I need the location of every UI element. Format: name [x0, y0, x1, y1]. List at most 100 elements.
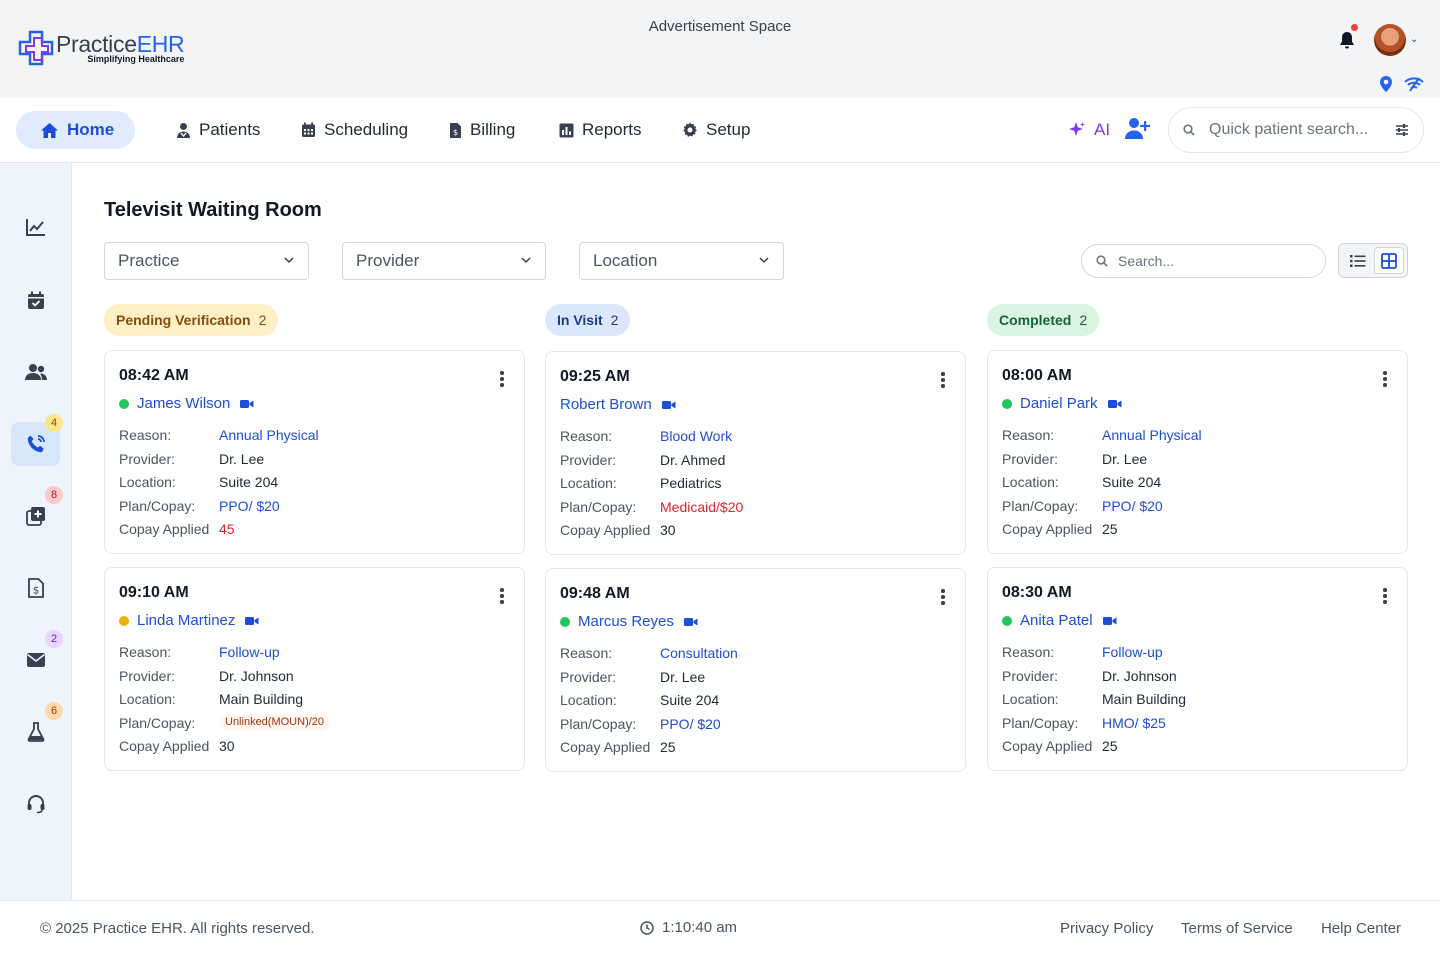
sidebar-item-messages[interactable]: 2 — [11, 630, 63, 682]
patient-card[interactable]: 08:42 AM James Wilson Reason: Annual Physic… — [104, 350, 525, 554]
ai-button[interactable]: AI — [1068, 111, 1110, 149]
help-center-link[interactable]: Help Center — [1321, 920, 1401, 937]
provider-select-value: Provider — [356, 251, 420, 270]
chevron-down-icon[interactable]: ⌄ — [1410, 34, 1418, 45]
patient-name-link[interactable]: Anita Patel — [1002, 612, 1117, 629]
sidebar-item-analytics[interactable] — [11, 205, 60, 249]
add-user-icon[interactable] — [1125, 117, 1151, 141]
avatar[interactable] — [1374, 24, 1406, 56]
nav-patients[interactable]: Patients — [176, 111, 260, 149]
sidebar-item-billing[interactable]: $ — [11, 566, 60, 610]
televisit-badge: 4 — [45, 414, 63, 432]
card-copay-applied-label: Copay Applied — [560, 522, 651, 538]
card-plan-copay-value[interactable]: PPO/ $20 — [660, 716, 721, 732]
video-camera-icon[interactable] — [683, 617, 698, 627]
more-options-icon[interactable] — [1383, 371, 1387, 389]
video-camera-icon[interactable] — [661, 400, 676, 410]
card-location-value: Suite 204 — [1102, 474, 1162, 490]
card-reason-value[interactable]: Consultation — [660, 645, 738, 661]
medical-badge: 8 — [45, 486, 63, 504]
card-plan-copay-value[interactable]: PPO/ $20 — [219, 498, 280, 514]
patient-name-link[interactable]: Marcus Reyes — [560, 613, 698, 630]
card-copay-applied-label: Copay Applied — [1002, 521, 1093, 537]
card-plan-copay-value[interactable]: Unlinked(MOUN)/20 — [219, 713, 331, 731]
card-reason-row: Reason: Annual Physical — [119, 427, 319, 443]
patient-name-link[interactable]: Robert Brown — [560, 396, 676, 413]
headset-icon — [27, 795, 44, 814]
card-plan-copay-value[interactable]: PPO/ $20 — [1102, 498, 1163, 514]
card-location-row: Location: Suite 204 — [560, 692, 719, 708]
card-location-value: Pediatrics — [660, 475, 722, 491]
card-plan-copay-row: Plan/Copay: Medicaid/$20 — [560, 499, 743, 515]
patient-card[interactable]: 08:30 AM Anita Patel Reason: Follow-up Provi… — [987, 567, 1408, 771]
card-time: 09:25 AM — [560, 368, 630, 385]
nav-home[interactable]: Home — [16, 111, 135, 149]
filter-sliders-icon[interactable] — [1395, 123, 1409, 137]
card-provider-label: Provider: — [1002, 450, 1059, 467]
card-provider-value: Dr. Lee — [1102, 450, 1148, 467]
svg-text:$: $ — [453, 128, 458, 137]
video-camera-icon[interactable] — [1102, 616, 1117, 626]
card-reason-value[interactable]: Annual Physical — [219, 427, 319, 443]
search-input[interactable]: Search... — [1081, 244, 1326, 278]
video-camera-icon[interactable] — [1107, 399, 1122, 409]
card-plan-copay-row: Plan/Copay: PPO/ $20 — [1002, 498, 1163, 514]
provider-select[interactable]: Provider — [342, 242, 546, 280]
sidebar-item-users[interactable] — [11, 350, 60, 394]
more-options-icon[interactable] — [500, 371, 504, 389]
connection-icon[interactable] — [1404, 76, 1424, 92]
card-provider-value: Dr. Johnson — [1102, 667, 1177, 684]
patient-card[interactable]: 08:00 AM Daniel Park Reason: Annual Physica… — [987, 350, 1408, 554]
more-options-icon[interactable] — [1383, 588, 1387, 606]
card-provider-label: Provider: — [119, 667, 176, 684]
location-pin-icon[interactable] — [1378, 75, 1394, 93]
sidebar: 4 8 $ 2 6 — [0, 163, 72, 900]
patient-card[interactable]: 09:48 AM Marcus Reyes Reason: Consultation P… — [545, 568, 966, 772]
patient-name-link[interactable]: Daniel Park — [1002, 395, 1122, 412]
card-reason-row: Reason: Follow-up — [119, 644, 280, 660]
card-plan-copay-value[interactable]: HMO/ $25 — [1102, 715, 1166, 731]
practice-select[interactable]: Practice — [104, 242, 309, 280]
location-select[interactable]: Location — [579, 242, 784, 280]
sidebar-item-support[interactable] — [11, 782, 60, 826]
chevron-down-icon — [521, 257, 531, 264]
bell-icon[interactable] — [1338, 30, 1356, 50]
nav-setup[interactable]: Setup — [682, 111, 750, 149]
quick-patient-search[interactable]: Quick patient search... — [1168, 107, 1424, 153]
card-reason-row: Reason: Consultation — [560, 645, 738, 661]
logo[interactable]: PracticeEHR Simplifying Healthcare — [18, 30, 185, 66]
grid-view-button[interactable] — [1374, 247, 1404, 274]
more-options-icon[interactable] — [500, 588, 504, 606]
card-reason-value[interactable]: Annual Physical — [1102, 427, 1202, 443]
card-plan-copay-label: Plan/Copay: — [560, 498, 637, 515]
list-icon — [1350, 254, 1366, 267]
card-reason-value[interactable]: Follow-up — [1102, 644, 1163, 660]
sidebar-item-appointments[interactable] — [11, 278, 60, 322]
card-plan-copay-value[interactable]: Medicaid/$20 — [660, 499, 743, 515]
column-title: Pending Verification — [116, 312, 251, 328]
card-reason-row: Reason: Blood Work — [560, 428, 732, 444]
status-dot — [1002, 615, 1012, 626]
card-location-label: Location: — [119, 691, 176, 707]
terms-of-service-link[interactable]: Terms of Service — [1181, 920, 1293, 937]
sidebar-item-lab[interactable]: 6 — [11, 702, 63, 754]
sidebar-item-televisit[interactable]: 4 — [11, 414, 63, 466]
nav-reports[interactable]: Reports — [559, 111, 642, 149]
nav-scheduling[interactable]: Scheduling — [301, 111, 408, 149]
video-camera-icon[interactable] — [240, 399, 254, 409]
card-reason-value[interactable]: Follow-up — [219, 644, 280, 660]
video-camera-icon[interactable] — [245, 616, 259, 626]
patient-name-link[interactable]: Linda Martinez — [119, 612, 259, 629]
card-reason-value[interactable]: Blood Work — [660, 428, 732, 444]
status-dot — [119, 615, 129, 626]
patient-name-link[interactable]: James Wilson — [119, 395, 254, 412]
nav-billing[interactable]: $ Billing — [449, 111, 515, 149]
card-copay-applied-value: 25 — [1102, 738, 1118, 754]
more-options-icon[interactable] — [941, 372, 945, 390]
privacy-policy-link[interactable]: Privacy Policy — [1060, 920, 1153, 937]
more-options-icon[interactable] — [941, 589, 945, 607]
list-view-button[interactable] — [1343, 247, 1373, 274]
sidebar-item-medical[interactable]: 8 — [11, 486, 63, 538]
patient-card[interactable]: 09:25 AM Robert Brown Reason: Blood Work Pro… — [545, 351, 966, 555]
patient-card[interactable]: 09:10 AM Linda Martinez Reason: Follow-up Pr… — [104, 567, 525, 771]
